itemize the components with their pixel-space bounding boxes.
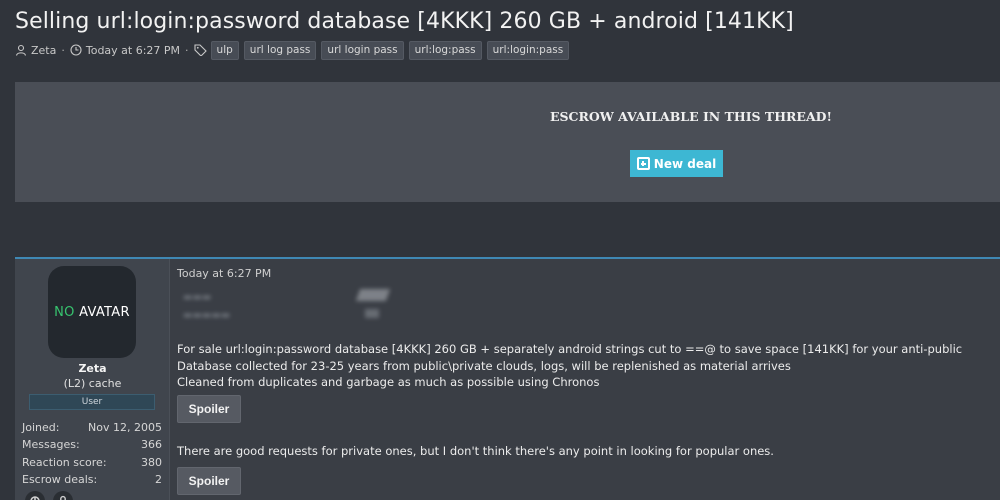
new-deal-button[interactable]: New deal	[630, 150, 723, 177]
tag[interactable]: url:login:pass	[486, 40, 570, 60]
stat-row: Joined: Nov 12, 2005	[22, 419, 162, 436]
stat-label: Messages:	[22, 438, 80, 452]
post-line: Cleaned from duplicates and garbage as m…	[177, 375, 600, 389]
blurred-value	[365, 309, 379, 318]
tag[interactable]: url log pass	[243, 40, 317, 60]
spoiler-button[interactable]: Spoiler	[177, 467, 241, 495]
stat-row: Reaction score: 380	[22, 454, 162, 471]
escrow-panel: ESCROW AVAILABLE IN THIS THREAD! New dea…	[15, 82, 1000, 202]
post-body: For sale url:login:password database [4K…	[177, 341, 997, 391]
post-user-info: NO AVATAR Zeta (L2) cache User Joined: N…	[15, 259, 170, 500]
stat-row: Escrow deals: 2	[22, 471, 162, 488]
badge-circle-icon[interactable]	[25, 491, 45, 500]
username[interactable]: Zeta	[15, 362, 170, 375]
avatar-no-text: NO	[54, 304, 75, 320]
stat-value: Nov 12, 2005	[88, 421, 162, 434]
blurred-value	[355, 289, 391, 301]
tag[interactable]: url:log:pass	[408, 40, 482, 60]
lock-icon[interactable]	[53, 491, 73, 500]
thread-title: Selling url:login:password database [4KK…	[15, 9, 794, 34]
post-line: For sale url:login:password database [4K…	[177, 342, 963, 356]
user-badges	[25, 491, 73, 500]
avatar[interactable]: NO AVATAR	[48, 266, 136, 358]
meta-separator: ·	[185, 43, 189, 57]
new-deal-label: New deal	[653, 156, 717, 171]
user-icon	[15, 44, 27, 56]
stat-value[interactable]: 366	[141, 436, 162, 453]
tags-icon	[193, 44, 207, 57]
post-message: Today at 6:27 PM ▬▬▬ ▬▬▬▬▬ For sale url:…	[177, 259, 997, 500]
avatar-text: AVATAR	[74, 304, 130, 320]
stat-row: Messages: 366	[22, 436, 162, 453]
blurred-hidden-content: ▬▬▬ ▬▬▬▬▬	[183, 289, 413, 325]
user-stats: Joined: Nov 12, 2005 Messages: 366 React…	[22, 419, 162, 488]
blurred-line: ▬▬▬	[183, 292, 212, 303]
clock-icon	[70, 44, 82, 56]
blurred-line: ▬▬▬▬▬	[183, 310, 231, 321]
stat-value: 380	[141, 455, 162, 469]
thread-date[interactable]: Today at 6:27 PM	[86, 44, 180, 57]
post-line: Database collected for 23-25 years from …	[177, 358, 791, 373]
stat-label: Joined:	[22, 421, 60, 434]
user-banner: User	[29, 394, 155, 410]
stat-value: 2	[155, 472, 162, 486]
thread-author[interactable]: Zeta	[31, 44, 56, 57]
tag[interactable]: url login pass	[321, 40, 404, 60]
user-title: (L2) cache	[63, 377, 122, 390]
thread-meta: Zeta · Today at 6:27 PM · ulp url log pa…	[15, 40, 570, 60]
stat-label: Reaction score:	[22, 455, 107, 469]
post-line: There are good requests for private ones…	[177, 444, 774, 458]
meta-separator: ·	[61, 43, 65, 57]
post: NO AVATAR Zeta (L2) cache User Joined: N…	[15, 257, 1000, 500]
post-date[interactable]: Today at 6:27 PM	[177, 267, 271, 280]
tag[interactable]: ulp	[210, 40, 239, 60]
escrow-notice: ESCROW AVAILABLE IN THIS THREAD!	[550, 109, 832, 124]
spoiler-button[interactable]: Spoiler	[177, 395, 241, 423]
page: Selling url:login:password database [4KK…	[0, 0, 1000, 500]
stat-label: Escrow deals:	[22, 472, 98, 486]
plus-square-icon	[636, 157, 650, 170]
